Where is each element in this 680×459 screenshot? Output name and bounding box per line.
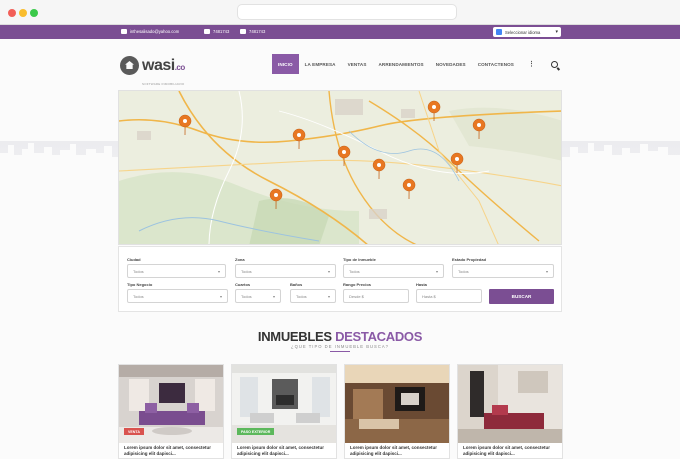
logo-tagline: SOFTWARE INMOBILIARIO	[142, 82, 185, 86]
nav-contactenos[interactable]: CONTACTENOS	[472, 54, 520, 74]
nav-inicio[interactable]: INICIO	[272, 54, 299, 74]
contact-topbar: inthesalisado@yahoo.com 7481743 7481743 …	[0, 25, 680, 39]
featured-title: INMUEBLES DESTACADOS	[257, 329, 423, 344]
zona-select[interactable]: Todos ▾	[235, 264, 336, 278]
maximize-window-icon[interactable]	[30, 9, 38, 17]
cuartos-select[interactable]: Todos ▾	[235, 289, 281, 303]
cuartos-label: Cuartos	[235, 282, 251, 287]
precio-hasta-input[interactable]: Hasta $	[416, 289, 482, 303]
chevron-down-icon: ▾	[327, 269, 330, 274]
rango-precios-label: Rango Precios	[343, 282, 372, 287]
ciudad-label: Ciudad	[127, 257, 141, 262]
search-icon	[551, 60, 559, 68]
estado-label: Estado Propiedad	[452, 257, 487, 262]
browser-chrome	[0, 0, 680, 25]
chevron-down-icon: ▾	[219, 294, 222, 299]
chevron-down-icon: ▾	[545, 269, 548, 274]
tipo-inmueble-label: Tipo de Inmueble	[343, 257, 376, 262]
property-photo	[458, 365, 562, 443]
card-description: Lorem ipsum dolor sit amet, consectetur …	[350, 445, 438, 456]
chevron-down-icon: ▾	[272, 294, 275, 299]
minimize-window-icon[interactable]	[19, 9, 27, 17]
main-nav: INICIO LA EMPRESA VENTAS ARRENDAMIENTOS …	[272, 54, 566, 74]
tipo-negocio-label: Tipo Negocio	[127, 282, 153, 287]
house-logo-icon	[120, 56, 139, 75]
nav-ventas[interactable]: VENTAS	[342, 54, 373, 74]
hasta-label: Hasta	[416, 282, 427, 287]
site-logo[interactable]: wasi.co	[120, 56, 185, 75]
email-text: inthesalisado@yahoo.com	[130, 29, 180, 34]
language-label: Seleccionar idioma	[505, 29, 541, 35]
address-bar[interactable]	[238, 5, 456, 19]
mail-icon	[121, 29, 127, 34]
chevron-down-icon: ▾	[327, 294, 330, 299]
property-card[interactable]: PASO EXTERIOR Lorem ipsum dolor sit amet…	[231, 364, 337, 459]
estado-select[interactable]: Todos ▾	[452, 264, 554, 278]
google-translate-icon	[496, 29, 502, 35]
card-description: Lorem ipsum dolor sit amet, consectetur …	[124, 445, 212, 456]
chevron-down-icon: ▾	[555, 29, 558, 35]
zona-label: Zona	[235, 257, 245, 262]
property-photo	[345, 365, 449, 443]
buscar-button[interactable]: BUSCAR	[489, 289, 554, 304]
language-select[interactable]: Seleccionar idioma ▾	[493, 27, 561, 37]
property-card[interactable]: Lorem ipsum dolor sit amet, consectetur …	[457, 364, 563, 459]
site-header: wasi.co SOFTWARE INMOBILIARIO INICIO LA …	[0, 39, 680, 89]
status-badge: PASO EXTERIOR	[237, 428, 275, 435]
mobile-icon	[240, 29, 246, 34]
status-badge: VENTA	[124, 428, 144, 435]
phone-icon	[204, 29, 210, 34]
property-card[interactable]: VENTA Lorem ipsum dolor sit amet, consec…	[118, 364, 224, 459]
email-contact[interactable]: inthesalisado@yahoo.com	[121, 29, 179, 34]
web-page: inthesalisado@yahoo.com 7481743 7481743 …	[0, 25, 680, 459]
banos-label: Baños	[290, 282, 303, 287]
tipo-negocio-select[interactable]: Todos ▾	[127, 289, 228, 303]
phone-text: 7481743	[213, 29, 230, 34]
property-card[interactable]: Lorem ipsum dolor sit amet, consectetur …	[344, 364, 450, 459]
title-divider	[330, 351, 350, 352]
more-menu-icon[interactable]: ⋮	[520, 54, 543, 74]
chevron-down-icon: ▾	[217, 269, 220, 274]
nav-la-empresa[interactable]: LA EMPRESA	[299, 54, 342, 74]
banos-select[interactable]: Todos ▾	[290, 289, 336, 303]
card-description: Lorem ipsum dolor sit amet, consectetur …	[463, 445, 551, 456]
nav-novedades[interactable]: NOVEDADES	[430, 54, 472, 74]
featured-subtitle: ¿QUE TIPO DE INMUEBLE BUSCA?	[291, 344, 389, 349]
logo-text: wasi.co	[142, 56, 185, 74]
phone-contact[interactable]: 7481743	[204, 29, 229, 34]
nav-arrendamientos[interactable]: ARRENDAMIENTOS	[373, 54, 430, 74]
property-search-form: Ciudad Todos ▾ Zona Todos ▾ Tipo de Inmu…	[118, 246, 562, 312]
precio-desde-input[interactable]: Desde $	[343, 289, 409, 303]
ciudad-select[interactable]: Todos ▾	[127, 264, 226, 278]
close-window-icon[interactable]	[8, 9, 16, 17]
mobile-text: 7481743	[249, 29, 266, 34]
chevron-down-icon: ▾	[435, 269, 438, 274]
card-description: Lorem ipsum dolor sit amet, consectetur …	[237, 445, 325, 456]
mobile-contact[interactable]: 7481743	[240, 29, 265, 34]
search-button[interactable]	[543, 54, 566, 74]
property-map[interactable]	[118, 90, 562, 245]
tipo-inmueble-select[interactable]: Todos ▾	[343, 264, 444, 278]
